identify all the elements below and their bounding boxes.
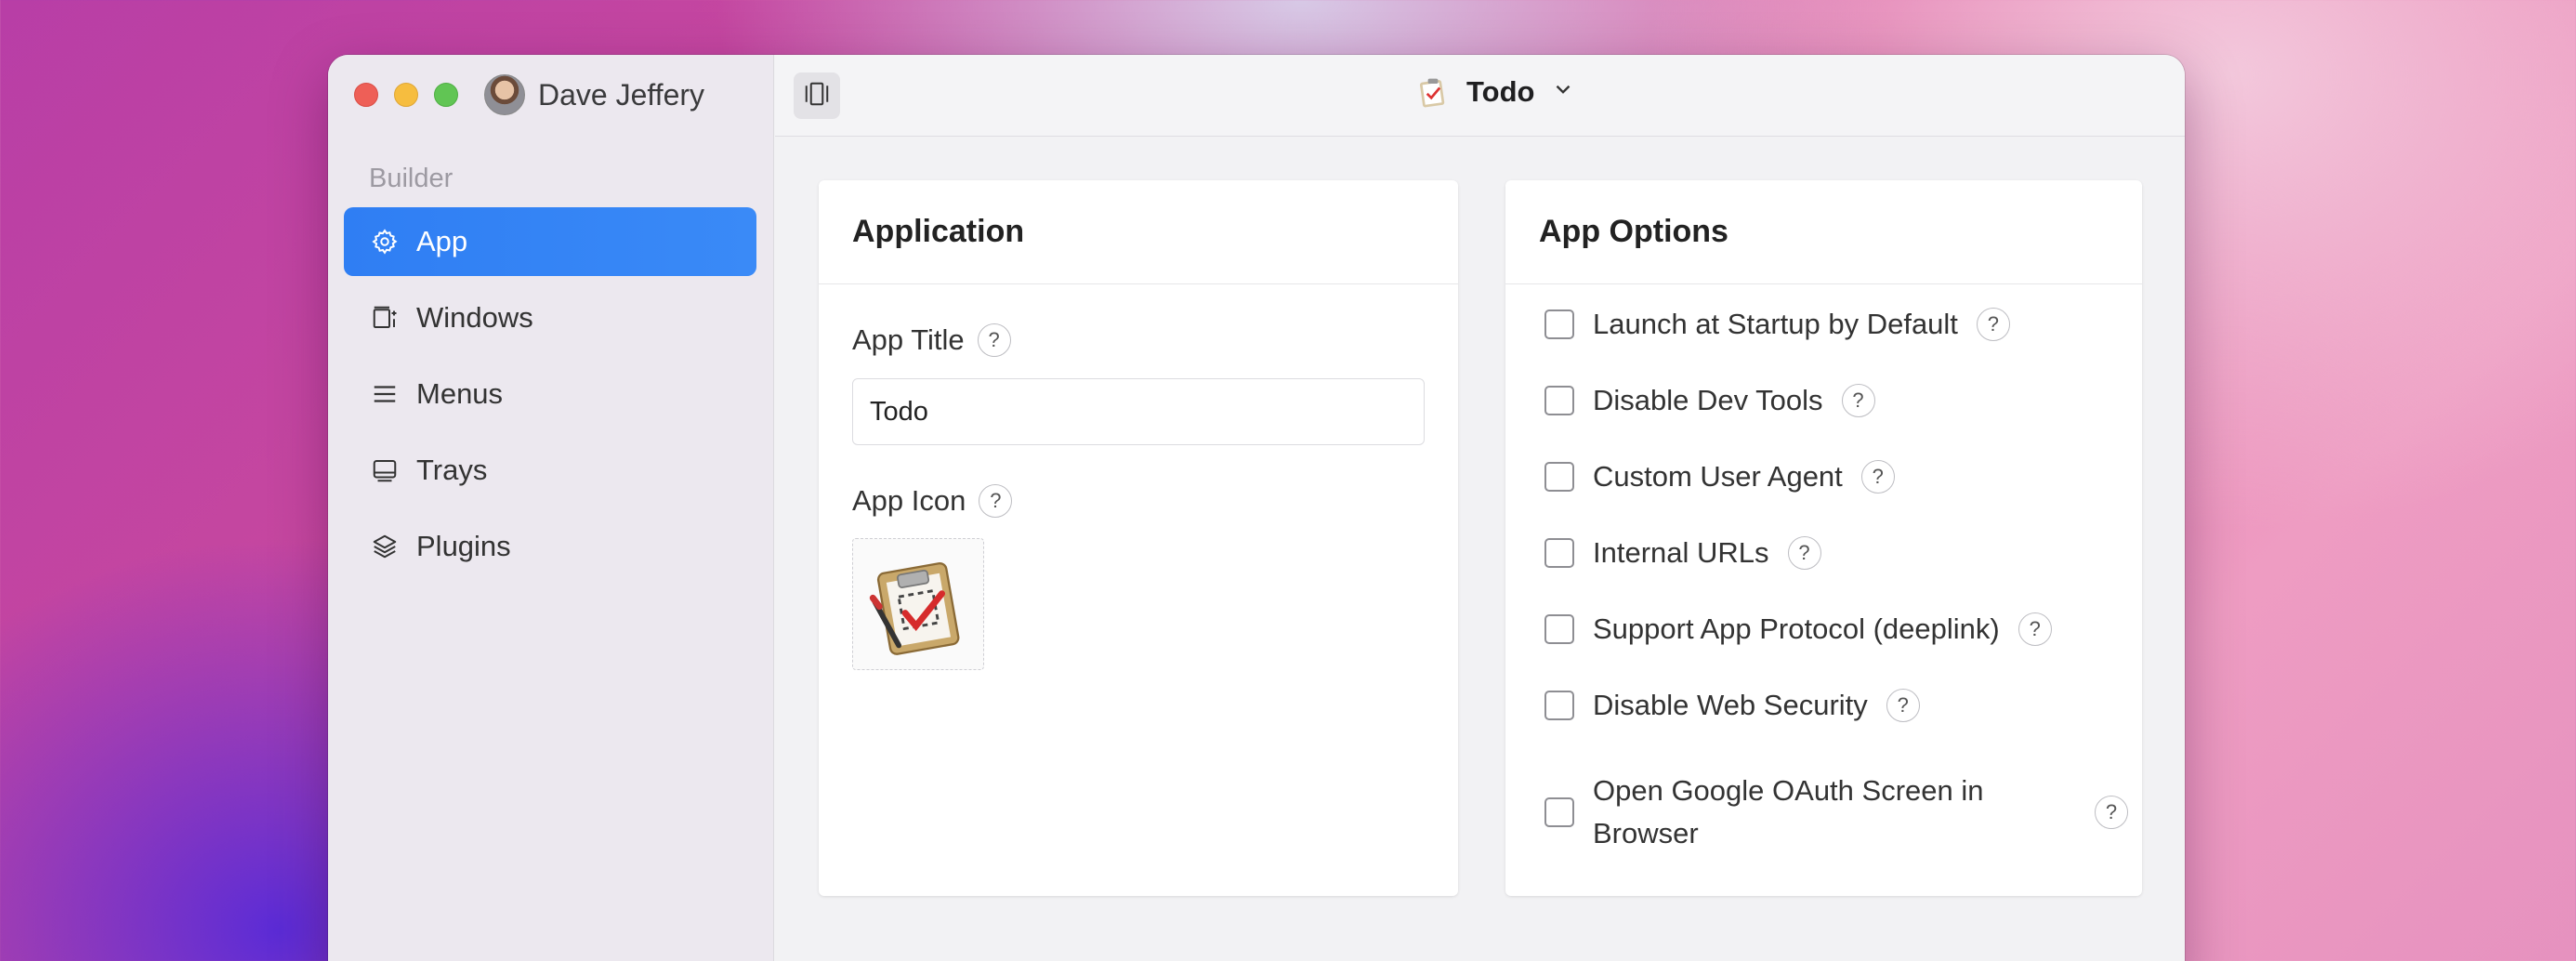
checkbox[interactable] [1544,462,1574,492]
help-icon[interactable]: ? [977,323,1011,357]
app-window: Dave Jeffery Builder App Windows Menus T [328,55,2185,961]
checkbox[interactable] [1544,797,1574,827]
application-card-title: Application [819,180,1458,284]
app-title-label: App Title ? [852,323,1011,357]
option-label: Custom User Agent [1593,460,1843,493]
minimize-window-button[interactable] [394,83,418,107]
option-launch-at-startup[interactable]: Launch at Startup by Default ? [1544,308,2010,341]
checkbox[interactable] [1544,386,1574,415]
option-label: Open Google OAuth Screen in Browser [1593,774,1984,849]
checkbox[interactable] [1544,538,1574,568]
windows-icon [370,303,400,333]
option-disable-dev-tools[interactable]: Disable Dev Tools ? [1544,384,1875,417]
sidebar-item-menus[interactable]: Menus [344,360,756,428]
help-icon[interactable]: ? [1787,536,1821,570]
gear-icon [370,227,400,257]
option-label: Disable Dev Tools [1593,384,1823,416]
help-icon[interactable]: ? [1841,384,1875,417]
project-title: Todo [1466,75,1535,108]
checkbox[interactable] [1544,309,1574,339]
app-icon-dropzone[interactable] [852,538,984,670]
clipboard-check-icon [864,548,972,661]
help-icon[interactable]: ? [2017,612,2052,646]
project-selector[interactable]: Todo [1416,75,1575,109]
option-internal-urls[interactable]: Internal URLs ? [1544,536,1821,570]
option-label: Support App Protocol (deeplink) [1593,612,2000,645]
help-icon[interactable]: ? [979,484,1013,518]
sidebar-item-label: Windows [416,301,533,334]
checkbox[interactable] [1544,614,1574,644]
menu-lines-icon [370,379,400,409]
option-custom-user-agent[interactable]: Custom User Agent ? [1544,460,1895,494]
option-disable-web-security[interactable]: Disable Web Security ? [1544,689,1920,722]
app-options-card: App Options Launch at Startup by Default… [1505,180,2142,896]
option-open-google-oauth[interactable]: Open Google OAuth Screen in Browser ? [1544,770,2128,855]
option-label: Internal URLs [1593,536,1769,569]
tray-icon [370,455,400,485]
chevron-down-icon [1551,75,1575,109]
sidebar-item-app[interactable]: App [344,207,756,276]
toolbar: Todo [775,55,2185,137]
option-support-app-protocol[interactable]: Support App Protocol (deeplink) ? [1544,612,2052,646]
sidebar-item-label: Menus [416,377,504,410]
sidebar-toggle-button[interactable] [794,72,840,119]
application-card: Application App Title ? App Icon ? [819,180,1458,896]
sidebar: Dave Jeffery Builder App Windows Menus T [328,55,774,961]
sidebar-item-trays[interactable]: Trays [344,436,756,505]
sidebar-item-label: App [416,225,468,257]
sidebar-item-windows[interactable]: Windows [344,283,756,352]
user-name[interactable]: Dave Jeffery [538,78,704,112]
avatar[interactable] [484,74,525,115]
sidebar-section-builder: Builder [369,164,453,193]
app-options-card-title: App Options [1505,180,2142,284]
layers-icon [370,532,400,561]
app-title-input[interactable] [852,378,1425,445]
app-icon-label-text: App Icon [852,484,966,517]
app-title-label-text: App Title [852,323,965,356]
help-icon[interactable]: ? [1860,460,1895,494]
help-icon[interactable]: ? [2095,796,2128,829]
zoom-window-button[interactable] [434,83,458,107]
sidebar-item-plugins[interactable]: Plugins [344,512,756,581]
option-label: Disable Web Security [1593,689,1868,721]
help-icon[interactable]: ? [1976,308,2010,341]
app-icon-label: App Icon ? [852,484,1013,518]
sidebar-toggle-icon [803,80,831,112]
option-label: Launch at Startup by Default [1593,308,1958,340]
close-window-button[interactable] [354,83,378,107]
help-icon[interactable]: ? [1886,689,1920,722]
todo-app-icon [1416,75,1450,109]
checkbox[interactable] [1544,691,1574,720]
sidebar-item-label: Plugins [416,530,511,562]
sidebar-item-label: Trays [416,454,488,486]
